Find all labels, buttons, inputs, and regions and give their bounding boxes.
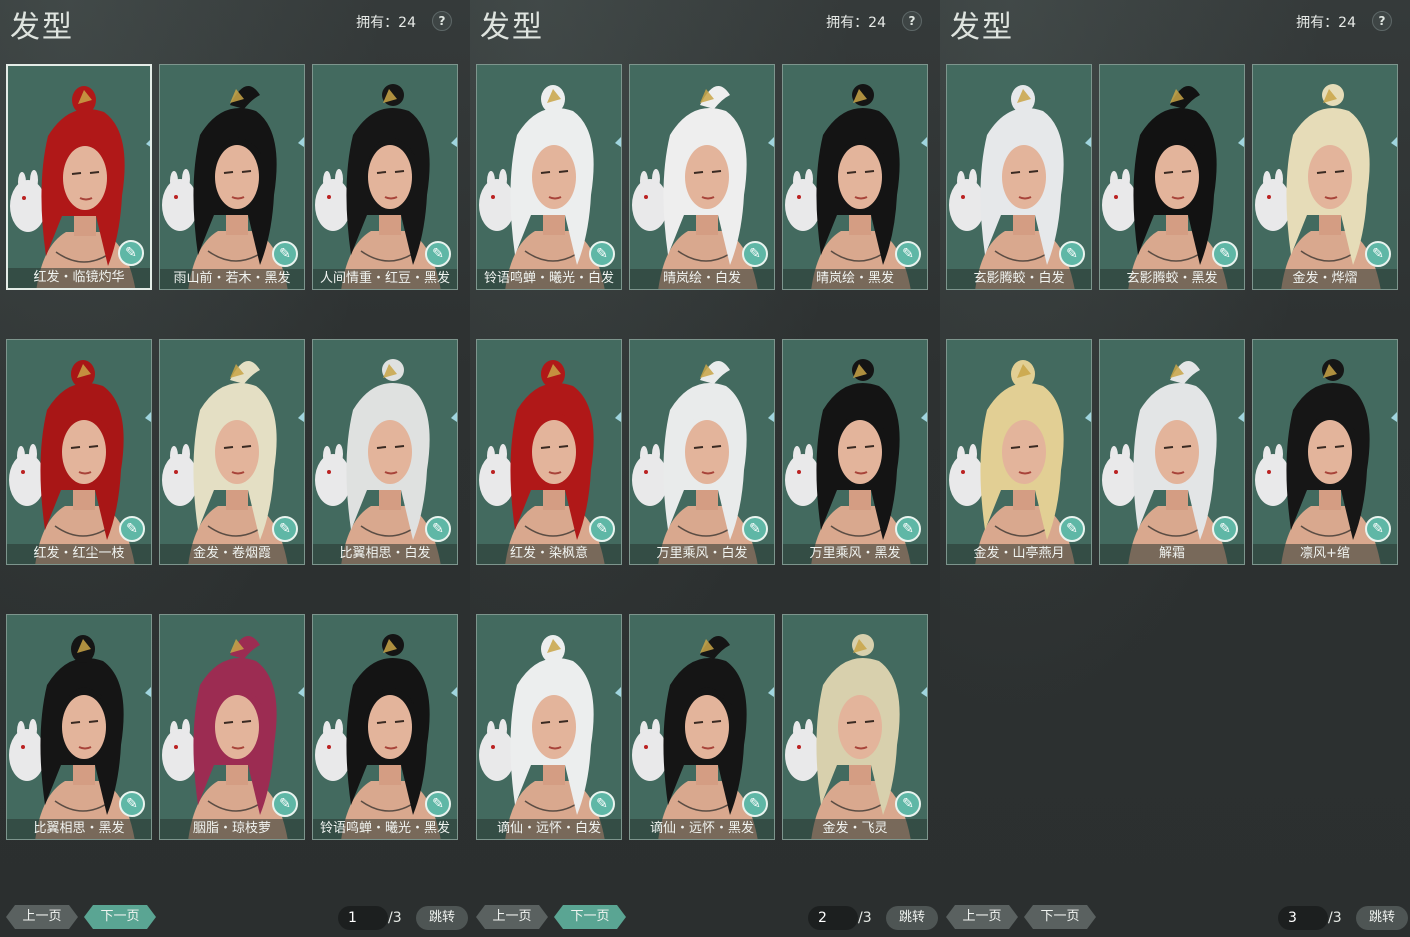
hairstyle-name: 谪仙・远怀・白发: [477, 819, 621, 839]
jump-button[interactable]: 跳转: [886, 906, 938, 930]
dye-brush-icon[interactable]: ✎: [742, 241, 768, 267]
dye-brush-icon[interactable]: ✎: [118, 240, 144, 266]
hairstyle-card[interactable]: ✎ 比翼相思・黑发: [6, 614, 152, 840]
hairstyle-name: 红发・临镜灼华: [8, 268, 150, 288]
help-icon[interactable]: ?: [902, 11, 922, 31]
owned-count: 拥有：24: [1296, 15, 1356, 31]
hairstyle-name: 人间情重・红豆・黑发: [313, 269, 457, 289]
hairstyle-card[interactable]: ✎ 晴岚绘・黑发: [782, 64, 928, 290]
dye-brush-icon[interactable]: ✎: [1365, 516, 1391, 542]
hairstyle-name: 金发・飞灵: [783, 819, 927, 839]
jump-button[interactable]: 跳转: [1356, 906, 1408, 930]
dye-brush-icon[interactable]: ✎: [895, 791, 921, 817]
dye-brush-icon[interactable]: ✎: [1365, 241, 1391, 267]
hairstyle-card[interactable]: ✎ 红发・临镜灼华: [6, 64, 152, 290]
hairstyle-card[interactable]: ✎ 金发・卷烟霞: [159, 339, 305, 565]
hairstyle-name: 解霜: [1100, 544, 1244, 564]
hairstyle-name: 雨山前・若木・黑发: [160, 269, 304, 289]
hairstyle-card[interactable]: ✎ 金发・烨熠: [1252, 64, 1398, 290]
next-page-button[interactable]: 下一页: [1024, 905, 1096, 929]
jump-button[interactable]: 跳转: [416, 906, 468, 930]
dye-brush-icon[interactable]: ✎: [1212, 241, 1238, 267]
dye-brush-icon[interactable]: ✎: [425, 791, 451, 817]
dye-brush-icon[interactable]: ✎: [1059, 516, 1085, 542]
next-page-button[interactable]: 下一页: [84, 905, 156, 929]
page-title: 发型: [10, 10, 74, 45]
hairstyle-panel: 发型 拥有：24? ✎ 玄影腾蛟・白发 ✎ 玄影腾蛟・黑发 ✎ 金发・烨熠 ✎ …: [940, 0, 1410, 937]
dye-brush-icon[interactable]: ✎: [742, 791, 768, 817]
hairstyle-name: 比翼相思・黑发: [7, 819, 151, 839]
hairstyle-name: 金发・烨熠: [1253, 269, 1397, 289]
dye-brush-icon[interactable]: ✎: [895, 241, 921, 267]
page-number-input[interactable]: 2: [808, 906, 858, 930]
dye-brush-icon[interactable]: ✎: [589, 241, 615, 267]
hairstyle-card[interactable]: ✎ 玄影腾蛟・黑发: [1099, 64, 1245, 290]
hairstyle-name: 玄影腾蛟・黑发: [1100, 269, 1244, 289]
hairstyle-name: 玄影腾蛟・白发: [947, 269, 1091, 289]
owned-count: 拥有：24: [826, 15, 886, 31]
dye-brush-icon[interactable]: ✎: [742, 516, 768, 542]
hairstyle-card[interactable]: ✎ 金发・山亭燕月: [946, 339, 1092, 565]
hairstyle-name: 晴岚绘・黑发: [783, 269, 927, 289]
dye-brush-icon[interactable]: ✎: [272, 791, 298, 817]
hairstyle-panel: 发型 拥有：24? ✎ 铃语鸣蝉・曦光・白发 ✎ 晴岚绘・白发 ✎ 晴岚绘・黑发…: [470, 0, 940, 937]
hairstyle-name: 金发・山亭燕月: [947, 544, 1091, 564]
hairstyle-card[interactable]: ✎ 比翼相思・白发: [312, 339, 458, 565]
dye-brush-icon[interactable]: ✎: [895, 516, 921, 542]
hairstyle-card[interactable]: ✎ 胭脂・琼枝萝: [159, 614, 305, 840]
dye-brush-icon[interactable]: ✎: [119, 791, 145, 817]
hairstyle-card[interactable]: ✎ 雨山前・若木・黑发: [159, 64, 305, 290]
help-icon[interactable]: ?: [1372, 11, 1392, 31]
next-page-button[interactable]: 下一页: [554, 905, 626, 929]
hairstyle-card[interactable]: ✎ 玄影腾蛟・白发: [946, 64, 1092, 290]
dye-brush-icon[interactable]: ✎: [589, 516, 615, 542]
hairstyle-name: 凛风+绾: [1253, 544, 1397, 564]
hairstyle-name: 红发・染枫意: [477, 544, 621, 564]
page-title: 发型: [950, 10, 1014, 45]
hairstyle-name: 比翼相思・白发: [313, 544, 457, 564]
hairstyle-card[interactable]: ✎ 人间情重・红豆・黑发: [312, 64, 458, 290]
page-title: 发型: [480, 10, 544, 45]
hairstyle-card[interactable]: ✎ 万里乘风・白发: [629, 339, 775, 565]
dye-brush-icon[interactable]: ✎: [272, 516, 298, 542]
hairstyle-name: 万里乘风・白发: [630, 544, 774, 564]
hairstyle-panel: 发型 拥有：24? ✎ 红发・临镜灼华 ✎ 雨山前・若木・黑发 ✎ 人间情重・红…: [0, 0, 470, 937]
page-number-input[interactable]: 1: [338, 906, 388, 930]
hairstyle-name: 万里乘风・黑发: [783, 544, 927, 564]
hairstyle-card[interactable]: ✎ 万里乘风・黑发: [782, 339, 928, 565]
hairstyle-card[interactable]: ✎ 金发・飞灵: [782, 614, 928, 840]
hairstyle-card[interactable]: ✎ 晴岚绘・白发: [629, 64, 775, 290]
dye-brush-icon[interactable]: ✎: [425, 516, 451, 542]
help-icon[interactable]: ?: [432, 11, 452, 31]
hairstyle-name: 晴岚绘・白发: [630, 269, 774, 289]
hairstyle-card[interactable]: ✎ 红发・红尘一枝: [6, 339, 152, 565]
hairstyle-card[interactable]: ✎ 解霜: [1099, 339, 1245, 565]
hairstyle-card[interactable]: ✎ 凛风+绾: [1252, 339, 1398, 565]
hairstyle-card[interactable]: ✎ 铃语鸣蝉・曦光・白发: [476, 64, 622, 290]
hairstyle-name: 谪仙・远怀・黑发: [630, 819, 774, 839]
dye-brush-icon[interactable]: ✎: [272, 241, 298, 267]
page-total: /3: [1328, 910, 1342, 926]
hairstyle-card[interactable]: ✎ 谪仙・远怀・黑发: [629, 614, 775, 840]
hairstyle-name: 铃语鸣蝉・曦光・白发: [477, 269, 621, 289]
page-number-input[interactable]: 3: [1278, 906, 1328, 930]
dye-brush-icon[interactable]: ✎: [119, 516, 145, 542]
prev-page-button[interactable]: 上一页: [476, 905, 548, 929]
dye-brush-icon[interactable]: ✎: [425, 241, 451, 267]
hairstyle-card[interactable]: ✎ 铃语鸣蝉・曦光・黑发: [312, 614, 458, 840]
hairstyle-card[interactable]: ✎ 红发・染枫意: [476, 339, 622, 565]
dye-brush-icon[interactable]: ✎: [1212, 516, 1238, 542]
hairstyle-name: 红发・红尘一枝: [7, 544, 151, 564]
page-total: /3: [388, 910, 402, 926]
hairstyle-card[interactable]: ✎ 谪仙・远怀・白发: [476, 614, 622, 840]
dye-brush-icon[interactable]: ✎: [589, 791, 615, 817]
owned-count: 拥有：24: [356, 15, 416, 31]
hairstyle-name: 铃语鸣蝉・曦光・黑发: [313, 819, 457, 839]
hairstyle-name: 金发・卷烟霞: [160, 544, 304, 564]
page-total: /3: [858, 910, 872, 926]
prev-page-button[interactable]: 上一页: [6, 905, 78, 929]
prev-page-button[interactable]: 上一页: [946, 905, 1018, 929]
dye-brush-icon[interactable]: ✎: [1059, 241, 1085, 267]
hairstyle-name: 胭脂・琼枝萝: [160, 819, 304, 839]
